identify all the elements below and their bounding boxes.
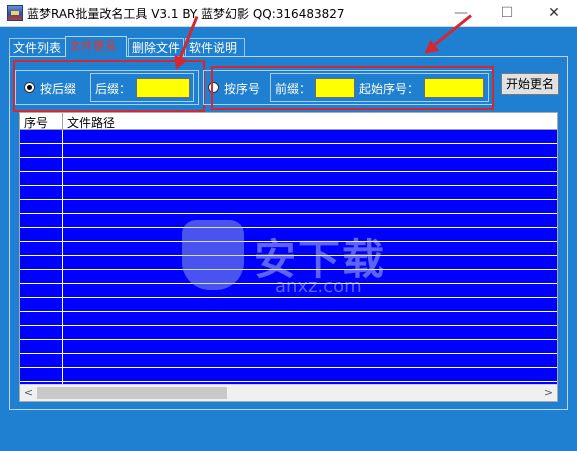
horizontal-scrollbar[interactable]: < > <box>20 384 557 401</box>
scroll-right-icon[interactable]: > <box>540 385 557 401</box>
title-bar: 蓝梦RAR批量改名工具 V3.1 BY 蓝梦幻影 QQ:316483827 — … <box>0 0 577 27</box>
maximize-button[interactable]: ☐ <box>484 0 530 26</box>
column-header-index[interactable]: 序号 <box>24 114 48 131</box>
table-header: 序号 文件路径 <box>20 113 557 130</box>
watermark-shield-icon <box>182 220 244 290</box>
app-icon <box>7 5 23 21</box>
tab-delete-files[interactable]: 删除文件 <box>128 38 184 56</box>
scroll-thumb[interactable] <box>37 387 227 399</box>
close-button[interactable]: ✕ <box>531 0 577 26</box>
sequence-highlight-box <box>211 66 494 110</box>
start-rename-button[interactable]: 开始更名 <box>501 73 559 95</box>
column-divider[interactable] <box>62 113 63 129</box>
window-title: 蓝梦RAR批量改名工具 V3.1 BY 蓝梦幻影 QQ:316483827 <box>27 7 345 21</box>
tab-software-info[interactable]: 软件说明 <box>185 38 245 56</box>
client-area: 文件列表 文件更名 删除文件 软件说明 按后缀 后缀： 按序号 前缀： 起始序号… <box>0 27 577 451</box>
column-gridline <box>62 130 63 384</box>
scroll-left-icon[interactable]: < <box>20 385 37 401</box>
tab-file-list[interactable]: 文件列表 <box>9 38 66 56</box>
tab-file-rename[interactable]: 文件更名 <box>65 36 127 57</box>
column-header-path[interactable]: 文件路径 <box>67 114 115 131</box>
watermark-domain: anxz.com <box>275 276 362 297</box>
